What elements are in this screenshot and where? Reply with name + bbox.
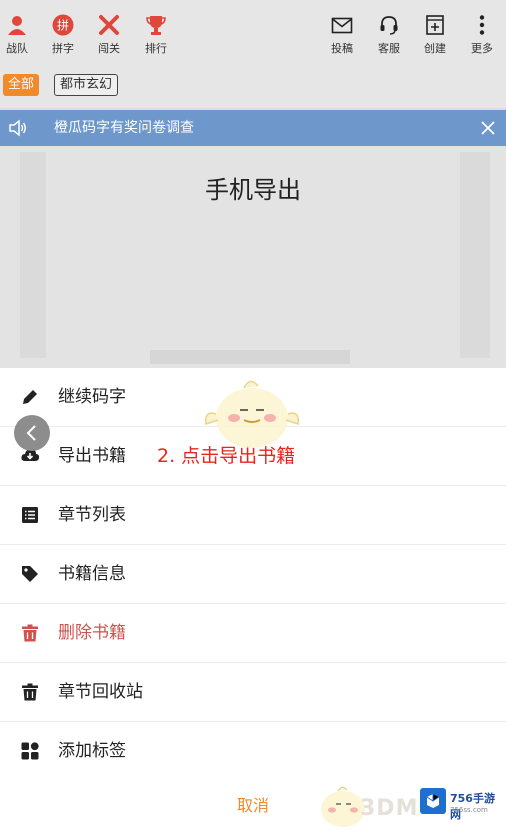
watermark-site-url: 756ss.com (450, 806, 488, 814)
notice-text: 橙瓜码字有奖问卷调查 (54, 120, 194, 136)
toolbar-more-label: 更多 (471, 42, 493, 55)
toolbar-ranking-label: 排行 (145, 42, 167, 55)
close-icon[interactable] (478, 118, 498, 138)
toolbar-challenge-label: 闯关 (98, 42, 120, 55)
background-panel-bottom (150, 350, 350, 364)
watermark-3dm: 3DM (360, 796, 419, 821)
pinzi-icon: 拼 (52, 14, 74, 36)
pinzi-icon-glyph: 拼 (57, 19, 69, 33)
site-logo-icon (420, 788, 446, 814)
filter-row: 全部 都市玄幻 (0, 66, 506, 108)
menu-item-add-tag[interactable]: 添加标签 (0, 722, 506, 781)
menu-item-chapter-recycle-bin[interactable]: 章节回收站 (0, 663, 506, 722)
filter-all-chip[interactable]: 全部 (3, 74, 40, 96)
toolbar-challenge[interactable]: 闯关 (87, 14, 131, 56)
menu-item-book-info[interactable]: 书籍信息 (0, 545, 506, 604)
toolbar-submit[interactable]: 投稿 (320, 14, 364, 56)
menu-item-label: 添加标签 (58, 741, 126, 761)
notice-banner[interactable]: 橙瓜码字有奖问卷调查 (0, 110, 506, 146)
toolbar-create-label: 创建 (424, 42, 446, 55)
watermark-site-logo: 756手游网 756ss.com (420, 786, 504, 830)
trash-icon (22, 683, 38, 701)
menu-item-delete-book[interactable]: 删除书籍 (0, 604, 506, 663)
toolbar-team[interactable]: 战队 (0, 14, 39, 56)
headset-icon (380, 16, 398, 35)
swords-icon (99, 15, 119, 35)
menu-item-chapter-list[interactable]: 章节列表 (0, 486, 506, 545)
page-title: 手机导出 (205, 176, 301, 204)
top-toolbar: 战队 拼 拼字 闯关 排行 投稿 客服 创建 更多 (0, 0, 506, 66)
pencil-icon (23, 390, 37, 404)
more-icon (479, 15, 485, 35)
toolbar-ranking[interactable]: 排行 (134, 14, 178, 56)
mascot-watermark-icon (204, 380, 300, 448)
chevron-left-icon (26, 425, 36, 441)
toolbar-team-label: 战队 (6, 42, 28, 55)
back-button[interactable] (14, 415, 50, 451)
team-icon (8, 16, 26, 35)
trophy-icon (146, 16, 166, 35)
tag-icon (22, 566, 38, 582)
menu-item-label: 章节列表 (58, 505, 126, 525)
toolbar-submit-label: 投稿 (331, 42, 353, 55)
toolbar-more[interactable]: 更多 (460, 14, 504, 56)
toolbar-service-label: 客服 (378, 42, 400, 55)
mail-icon (331, 17, 353, 34)
menu-item-label: 继续码字 (58, 387, 126, 407)
speaker-icon (9, 119, 26, 137)
menu-item-label: 导出书籍 (58, 446, 126, 466)
list-icon (22, 507, 38, 523)
cube-icon (426, 794, 440, 808)
toolbar-service[interactable]: 客服 (367, 14, 411, 56)
toolbar-pinzi-label: 拼字 (52, 42, 74, 55)
toolbar-create[interactable]: 创建 (413, 14, 457, 56)
toolbar-pinzi[interactable]: 拼 拼字 (41, 14, 85, 56)
filter-genre-chip[interactable]: 都市玄幻 (54, 74, 119, 96)
menu-item-label: 书籍信息 (58, 564, 126, 584)
trash-icon (22, 624, 38, 642)
menu-item-label: 章节回收站 (58, 682, 143, 702)
grid-icon (21, 742, 39, 760)
menu-item-label: 删除书籍 (58, 623, 126, 643)
create-icon (426, 15, 444, 35)
